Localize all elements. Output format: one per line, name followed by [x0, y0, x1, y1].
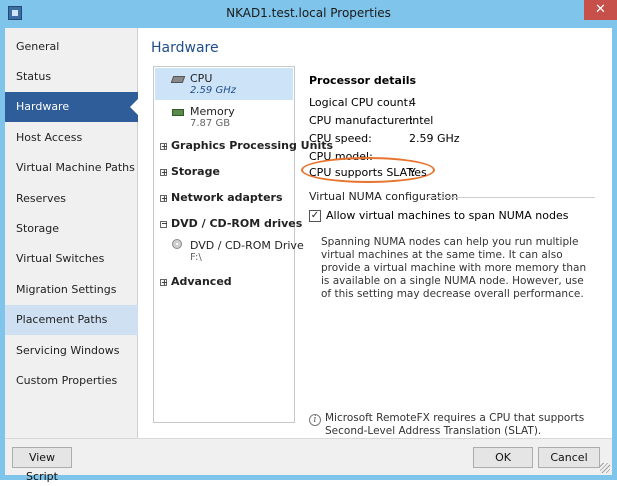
properties-window: NKAD1.test.local Properties ✕ General St…: [0, 0, 617, 483]
tree-item-cpu-value: 2.59 GHz: [190, 85, 236, 96]
sidebar-item-virtual-machine-paths[interactable]: Virtual Machine Paths: [5, 153, 138, 183]
page-title: Hardware: [151, 40, 219, 56]
expand-icon[interactable]: +: [160, 279, 168, 287]
sidebar-item-servicing-windows[interactable]: Servicing Windows: [5, 336, 138, 366]
view-script-button[interactable]: View Script: [12, 447, 72, 483]
sidebar-item-host-access[interactable]: Host Access: [5, 123, 138, 153]
content-pane: Hardware CPU 2.59 GHz Memory 7.87 GB + G…: [138, 28, 612, 438]
disc-icon: [172, 239, 182, 249]
span-numa-checkbox-label[interactable]: Allow virtual machines to span NUMA node…: [326, 209, 568, 222]
sidebar-item-general[interactable]: General: [5, 32, 138, 62]
dialog-footer: View Script OK Cancel: [5, 438, 612, 483]
sidebar: General Status Hardware Host Access Virt…: [5, 28, 139, 438]
sidebar-item-storage[interactable]: Storage: [5, 214, 138, 244]
tree-item-dvd-drive[interactable]: DVD / CD-ROM Drive: [190, 239, 304, 252]
tree-group-dvd[interactable]: DVD / CD-ROM drives: [171, 217, 302, 230]
resize-grip[interactable]: [600, 463, 610, 473]
sidebar-item-status[interactable]: Status: [5, 62, 138, 92]
tree-item-cpu-label: CPU: [190, 72, 213, 85]
expand-icon[interactable]: +: [160, 195, 168, 203]
memory-icon: [172, 109, 184, 116]
sidebar-item-placement-paths[interactable]: Placement Paths: [5, 305, 138, 335]
cpu-supports-slat-value: Yes: [409, 166, 427, 179]
cpu-manufacturer-label: CPU manufacturer:: [309, 114, 414, 127]
cpu-supports-slat-label: CPU supports SLAT:: [309, 166, 416, 179]
logical-cpu-count-value: 4: [409, 96, 416, 109]
tree-group-advanced[interactable]: Advanced: [171, 275, 232, 288]
tree-group-storage[interactable]: Storage: [171, 165, 220, 178]
sidebar-item-custom-properties[interactable]: Custom Properties: [5, 366, 138, 396]
tree-item-memory[interactable]: Memory: [190, 105, 235, 118]
hardware-tree[interactable]: CPU 2.59 GHz Memory 7.87 GB + Graphics P…: [153, 66, 333, 423]
sidebar-item-reserves[interactable]: Reserves: [5, 184, 138, 214]
expand-icon[interactable]: +: [160, 143, 168, 151]
ok-button[interactable]: OK: [473, 447, 533, 468]
span-numa-checkbox[interactable]: ✓: [309, 210, 321, 222]
window-title: NKAD1.test.local Properties: [226, 6, 391, 20]
logical-cpu-count-label: Logical CPU count:: [309, 96, 412, 109]
numa-description: Spanning NUMA nodes can help you run mul…: [321, 236, 587, 300]
cpu-manufacturer-value: Intel: [409, 114, 434, 127]
cpu-icon: [170, 76, 186, 83]
close-button[interactable]: ✕: [584, 0, 617, 20]
cancel-button[interactable]: Cancel: [538, 447, 600, 468]
title-bar[interactable]: NKAD1.test.local Properties ✕: [0, 0, 617, 28]
sidebar-item-migration-settings[interactable]: Migration Settings: [5, 275, 138, 305]
section-divider: [427, 197, 595, 198]
collapse-icon[interactable]: −: [160, 220, 168, 228]
cpu-speed-label: CPU speed:: [309, 132, 372, 145]
tree-item-memory-value: 7.87 GB: [190, 118, 231, 129]
remotefx-info-text: Microsoft RemoteFX requires a CPU that s…: [325, 412, 585, 437]
tree-group-network-adapters[interactable]: Network adapters: [171, 191, 283, 204]
expand-icon[interactable]: +: [160, 169, 168, 177]
sidebar-item-hardware[interactable]: Hardware: [5, 92, 139, 122]
tree-item-dvd-value: F:\: [190, 252, 202, 263]
cpu-speed-value: 2.59 GHz: [409, 132, 460, 145]
info-icon: i: [309, 414, 321, 426]
dialog-client: General Status Hardware Host Access Virt…: [5, 28, 612, 483]
processor-details-title: Processor details: [309, 74, 417, 87]
sidebar-item-virtual-switches[interactable]: Virtual Switches: [5, 244, 138, 274]
